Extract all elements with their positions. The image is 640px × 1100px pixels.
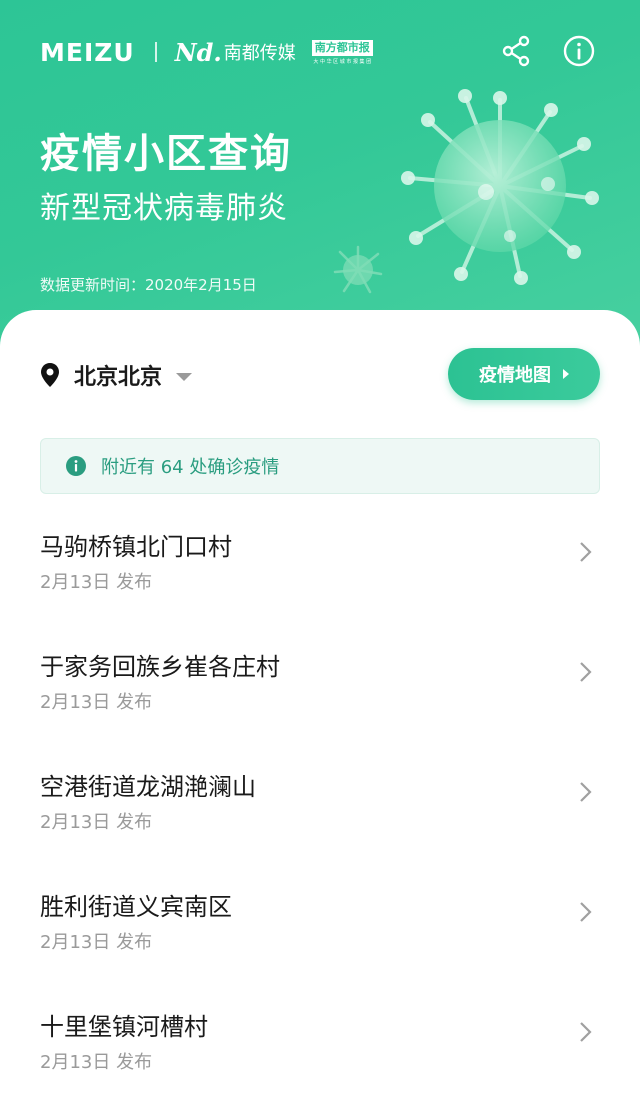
caret-down-icon xyxy=(176,372,193,381)
chevron-right-icon xyxy=(580,662,592,682)
nandu-media-logo-text: 南都传媒 xyxy=(223,43,296,64)
brand-divider xyxy=(154,42,157,62)
chevron-right-icon xyxy=(580,902,592,922)
list-item[interactable]: 十里堡镇河槽村 2月13日 发布 xyxy=(0,980,640,1100)
chevron-right-icon xyxy=(580,1022,592,1042)
list-item[interactable]: 空港街道龙湖滟澜山 2月13日 发布 xyxy=(0,740,640,860)
share-icon[interactable] xyxy=(500,34,534,68)
location-pin-icon xyxy=(40,362,62,388)
community-name: 十里堡镇河槽村 xyxy=(40,1013,208,1041)
community-name: 于家务回族乡崔各庄村 xyxy=(40,653,280,681)
community-list: 马驹桥镇北门口村 2月13日 发布 于家务回族乡崔各庄村 2月13日 发布 空港… xyxy=(0,500,640,1100)
location-selector[interactable]: 北京北京 xyxy=(40,358,193,392)
arrow-right-icon xyxy=(563,369,569,379)
update-time: 数据更新时间：2020年2月15日 xyxy=(40,276,257,294)
page-subtitle: 新型冠状病毒肺炎 xyxy=(40,191,288,226)
community-name: 胜利街道义宾南区 xyxy=(40,893,232,921)
publish-date: 2月13日 发布 xyxy=(40,1052,153,1073)
brand-row: MEIZU Nd. 南都传媒 南方都市报 大 中 华 区 城 市 报 集 团 xyxy=(40,36,373,68)
epidemic-map-button[interactable]: 疫情地图 xyxy=(448,348,600,400)
list-item[interactable]: 马驹桥镇北门口村 2月13日 发布 xyxy=(0,500,640,620)
small-virus-icon xyxy=(333,245,383,294)
publish-date: 2月13日 发布 xyxy=(40,812,153,833)
info-circle-icon xyxy=(66,456,86,476)
newspaper-logo-title: 南方都市报 xyxy=(311,39,373,56)
publish-date: 2月13日 发布 xyxy=(40,692,153,713)
header-banner: MEIZU Nd. 南都传媒 南方都市报 大 中 华 区 城 市 报 集 团 疫… xyxy=(0,0,640,350)
page: MEIZU Nd. 南都传媒 南方都市报 大 中 华 区 城 市 报 集 团 疫… xyxy=(0,0,640,1100)
meizu-logo: MEIZU xyxy=(40,37,135,67)
epidemic-map-button-label: 疫情地图 xyxy=(479,365,551,386)
virus-illustration-icon xyxy=(401,89,599,285)
nearby-cases-notice: 附近有 64 处确诊疫情 xyxy=(40,438,600,494)
list-item[interactable]: 胜利街道义宾南区 2月13日 发布 xyxy=(0,860,640,980)
notice-text: 附近有 64 处确诊疫情 xyxy=(101,457,280,478)
chevron-right-icon xyxy=(580,542,592,562)
info-icon[interactable] xyxy=(562,34,596,68)
nd-logo: Nd. xyxy=(174,37,222,67)
list-item[interactable]: 于家务回族乡崔各庄村 2月13日 发布 xyxy=(0,620,640,740)
location-label: 北京北京 xyxy=(74,365,163,390)
publish-date: 2月13日 发布 xyxy=(40,572,153,593)
main-card: 北京北京 疫情地图 附近有 64 处确诊疫情 马驹桥镇北门口村 2月13日 发布… xyxy=(0,310,640,1100)
community-name: 空港街道龙湖滟澜山 xyxy=(40,773,256,801)
newspaper-logo-sub: 大 中 华 区 城 市 报 集 团 xyxy=(313,58,372,65)
chevron-right-icon xyxy=(580,782,592,802)
southern-metropolis-logo: 南方都市报 大 中 华 区 城 市 报 集 团 xyxy=(311,39,373,65)
publish-date: 2月13日 发布 xyxy=(40,932,153,953)
community-name: 马驹桥镇北门口村 xyxy=(40,533,232,561)
page-title: 疫情小区查询 xyxy=(40,131,292,177)
